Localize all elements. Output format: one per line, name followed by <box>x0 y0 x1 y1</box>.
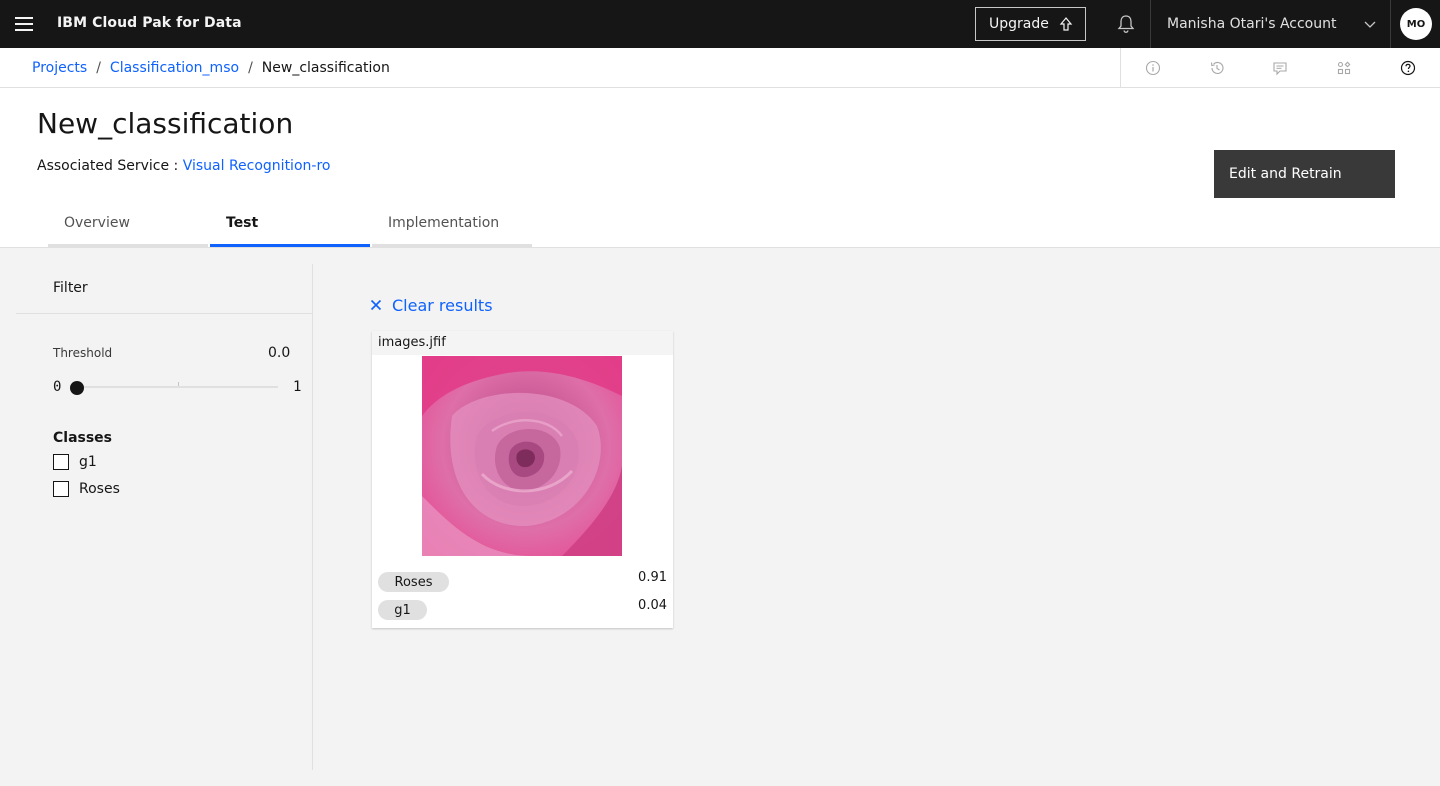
class-checkbox-g1[interactable]: g1 <box>53 452 97 472</box>
apps-icon[interactable] <box>1312 48 1376 87</box>
help-icon[interactable] <box>1376 48 1440 87</box>
slider-min-label: 0 <box>53 379 62 395</box>
upgrade-button[interactable]: Upgrade <box>975 7 1086 41</box>
account-switcher[interactable]: Manisha Otari's Account <box>1150 0 1391 48</box>
class-tag-roses: Roses <box>378 572 449 592</box>
upgrade-icon <box>1059 17 1073 31</box>
clear-results-link[interactable]: Clear results <box>370 295 493 315</box>
associated-service-label: Associated Service : <box>37 158 183 174</box>
class-label: Roses <box>79 481 120 497</box>
hamburger-icon-glyph <box>15 17 33 31</box>
class-label: g1 <box>79 454 97 470</box>
checkbox[interactable] <box>53 454 69 470</box>
tab-implementation[interactable]: Implementation <box>372 206 532 247</box>
threshold-slider-thumb[interactable] <box>70 381 84 395</box>
menu-icon[interactable] <box>0 0 48 48</box>
threshold-label: Threshold <box>53 346 113 360</box>
user-avatar[interactable]: MO <box>1400 8 1432 40</box>
upgrade-label: Upgrade <box>989 16 1049 32</box>
filter-divider <box>16 313 312 314</box>
edit-and-retrain-button[interactable]: Edit and Retrain <box>1214 150 1395 198</box>
score-roses: 0.91 <box>638 570 667 585</box>
filter-title: Filter <box>53 280 88 296</box>
result-card[interactable]: images.jfif Roses 0.91 g1 0.04 <box>372 331 673 628</box>
breadcrumb-bar: Projects / Classification_mso / New_clas… <box>0 48 1440 88</box>
info-icon[interactable] <box>1121 48 1185 87</box>
breadcrumb: Projects / Classification_mso / New_clas… <box>32 48 390 87</box>
account-label: Manisha Otari's Account <box>1167 16 1337 32</box>
slider-max-label: 1 <box>293 379 302 395</box>
breadcrumb-projects[interactable]: Projects <box>32 60 87 76</box>
class-checkbox-roses[interactable]: Roses <box>53 479 120 499</box>
filter-panel: Filter Threshold 0.0 0 1 Classes g1 Rose… <box>16 264 313 770</box>
page-title: New_classification <box>37 107 294 140</box>
history-icon[interactable] <box>1185 48 1249 87</box>
close-icon <box>370 299 382 311</box>
associated-service: Associated Service : Visual Recognition-… <box>37 158 330 174</box>
clear-results-label: Clear results <box>392 295 493 315</box>
result-card-header: images.jfif <box>372 331 673 355</box>
breadcrumb-separator: / <box>248 59 253 76</box>
classes-title: Classes <box>53 430 113 446</box>
result-filename: images.jfif <box>378 335 446 350</box>
threshold-slider-track[interactable] <box>78 382 278 388</box>
breadcrumb-current: New_classification <box>261 59 390 76</box>
result-image <box>422 356 622 556</box>
breadcrumb-project[interactable]: Classification_mso <box>110 60 239 76</box>
comments-icon[interactable] <box>1249 48 1313 87</box>
page-toolbar <box>1120 48 1440 87</box>
checkbox[interactable] <box>53 481 69 497</box>
breadcrumb-separator: / <box>96 59 101 76</box>
page-header: New_classification Associated Service : … <box>0 88 1440 248</box>
notifications-bell-icon[interactable] <box>1102 0 1150 48</box>
top-header: IBM Cloud Pak for Data Upgrade Manisha O… <box>0 0 1440 48</box>
class-tag-g1: g1 <box>378 600 427 620</box>
tab-test[interactable]: Test <box>210 206 370 247</box>
threshold-value: 0.0 <box>268 345 291 361</box>
product-name[interactable]: IBM Cloud Pak for Data <box>57 0 242 48</box>
tab-list: Overview Test Implementation <box>48 206 534 247</box>
score-g1: 0.04 <box>638 598 667 613</box>
tab-overview[interactable]: Overview <box>48 206 208 247</box>
chevron-down-icon <box>1364 21 1376 28</box>
associated-service-link[interactable]: Visual Recognition-ro <box>183 158 331 174</box>
slider-midpoint-tick <box>178 382 179 386</box>
